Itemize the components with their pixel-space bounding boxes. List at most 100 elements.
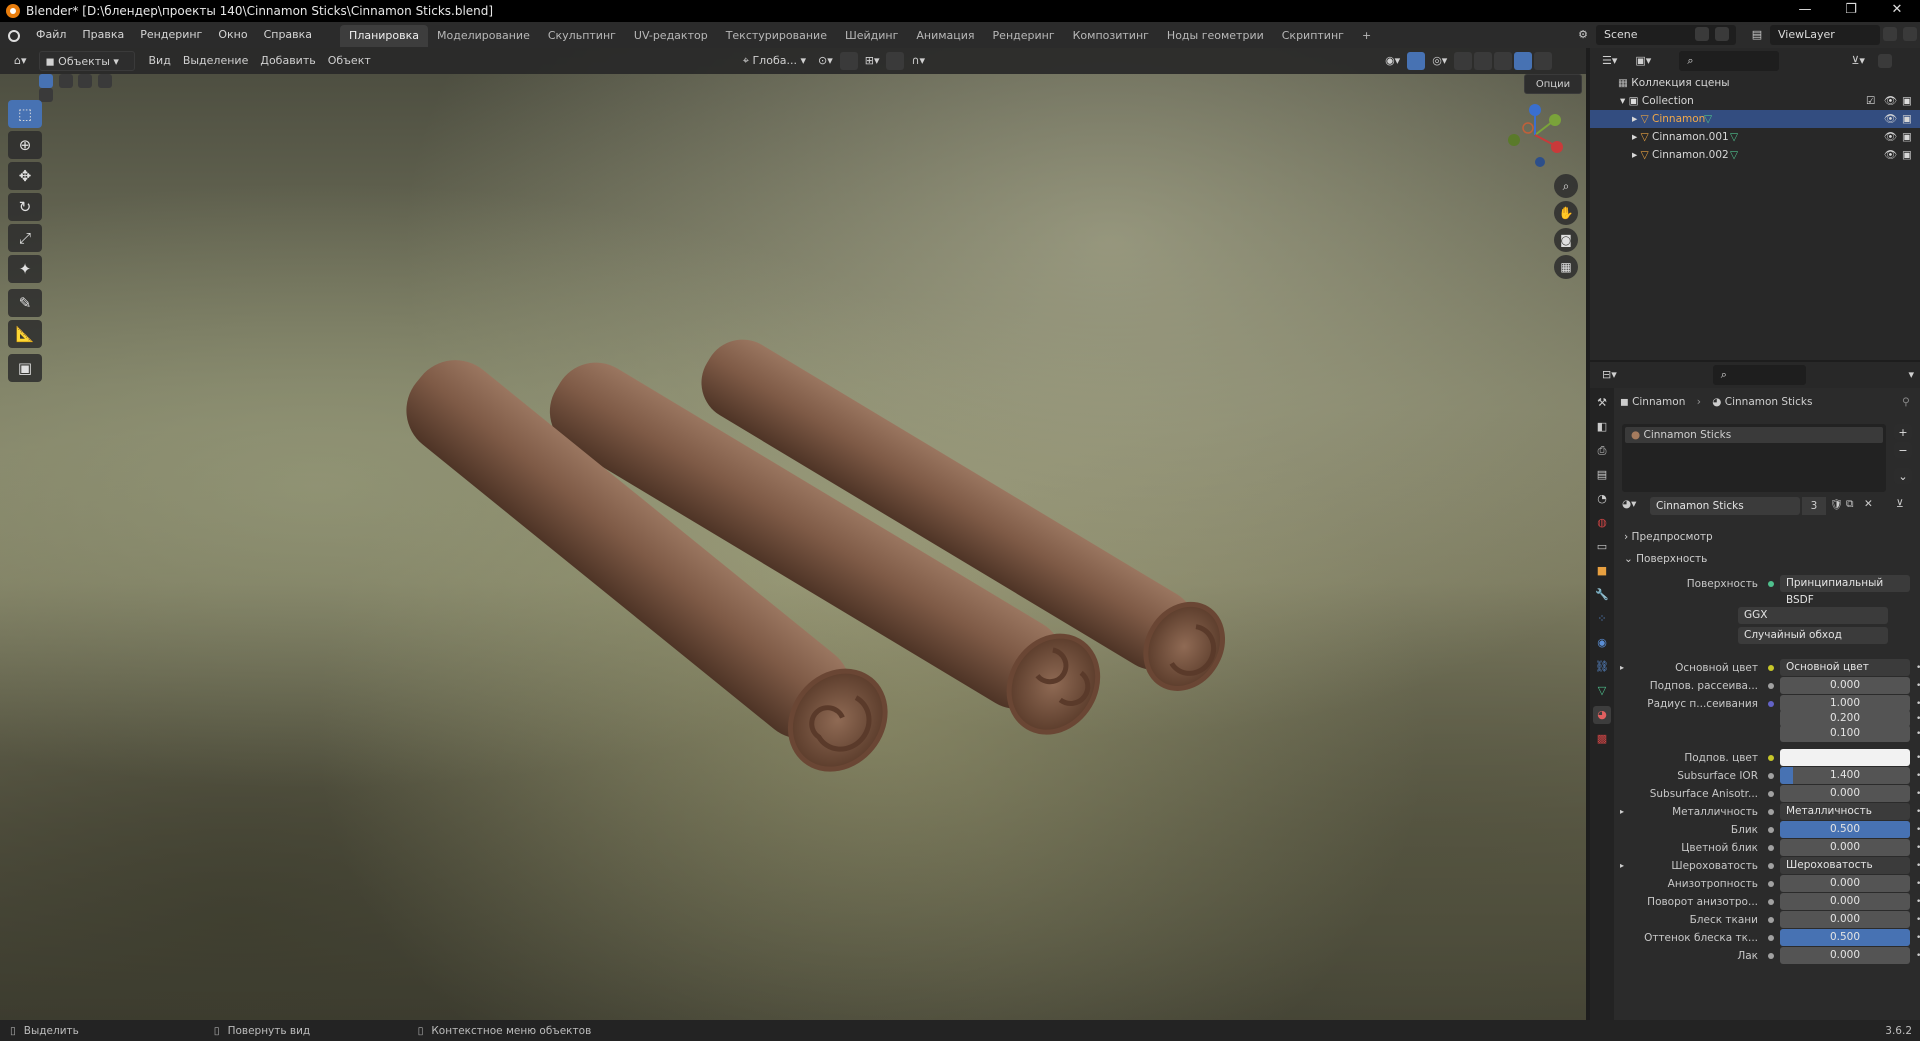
linked-input-field[interactable]: Шероховатость [1780, 857, 1910, 874]
collection-camera-icon[interactable]: ▣ [1902, 92, 1912, 110]
outliner-editor-type-icon[interactable]: ☰▾ [1596, 51, 1623, 71]
mesh-data-icon[interactable]: ▽ [1730, 128, 1738, 146]
number-field[interactable]: 0.100 [1780, 725, 1910, 742]
visibility-icon[interactable]: ◉▾ [1379, 51, 1406, 71]
collection-row[interactable]: ▾ ▣ Collection ☑ 👁 ▣ [1590, 92, 1920, 110]
camera-view-icon[interactable]: ◙ [1554, 228, 1578, 252]
object-camera-icon[interactable]: ▣ [1902, 128, 1912, 146]
select-invert-icon[interactable] [97, 74, 112, 88]
render-tab-icon[interactable]: ◧ [1593, 418, 1611, 436]
menu-render[interactable]: Рендеринг [132, 22, 210, 48]
tab-animation[interactable]: Анимация [907, 25, 983, 47]
expand-arrow-icon[interactable]: ▸ [1620, 857, 1624, 875]
gizmo-toggle-icon[interactable] [1407, 52, 1426, 70]
menu-help[interactable]: Справка [256, 22, 320, 48]
collection-expand-icon[interactable]: ▾ [1620, 95, 1629, 107]
number-field[interactable]: 1.400 [1780, 767, 1910, 784]
cursor-tool-icon[interactable]: ⊕ [8, 131, 42, 159]
number-field[interactable]: 0.000 [1780, 947, 1910, 964]
xray-icon[interactable] [1454, 52, 1473, 70]
socket-icon[interactable] [1768, 845, 1774, 851]
outliner-item-cinnamon-002[interactable]: ▸ ▽ Cinnamon.002 ▽ 👁 ▣ [1590, 146, 1920, 164]
options-dropdown[interactable]: Опции [1524, 74, 1582, 94]
duplicate-material-icon[interactable]: ⧉ [1846, 498, 1854, 511]
maximize-button[interactable]: ❐ [1828, 0, 1874, 22]
select-subtract-icon[interactable] [78, 74, 92, 88]
material-browse-icon[interactable]: ◕▾ [1622, 498, 1636, 510]
view-layer-selector[interactable]: ViewLayer [1770, 25, 1880, 45]
socket-icon[interactable] [1768, 791, 1774, 797]
socket-icon[interactable] [1768, 917, 1774, 923]
outliner-item-cinnamon[interactable]: ▸ ▽ Cinnamon ▽ 👁 ▣ [1590, 110, 1920, 128]
slot-specials-button[interactable]: ⌄ [1894, 468, 1912, 484]
shading-material-icon[interactable] [1514, 52, 1533, 70]
object-camera-icon[interactable]: ▣ [1902, 146, 1912, 164]
minimize-button[interactable]: — [1782, 0, 1828, 22]
socket-icon[interactable] [1768, 755, 1774, 761]
keyframe-dot-icon[interactable]: • [1916, 875, 1920, 893]
keyframe-dot-icon[interactable]: • [1916, 929, 1920, 947]
tab-geometry-nodes[interactable]: Ноды геометрии [1158, 25, 1273, 47]
keyframe-dot-icon[interactable]: • [1916, 785, 1920, 803]
tab-rendering[interactable]: Рендеринг [984, 25, 1064, 47]
proportional-falloff-icon[interactable]: ∩▾ [905, 51, 931, 71]
menu-file[interactable]: Файл [28, 22, 74, 48]
keyframe-dot-icon[interactable]: • [1916, 803, 1920, 821]
collection-tab-icon[interactable]: ▭ [1593, 538, 1611, 556]
menu-window[interactable]: Окно [210, 22, 255, 48]
pin-icon[interactable]: ⚲ [1902, 392, 1910, 412]
menu-select[interactable]: Выделение [177, 51, 255, 71]
texture-tab-icon[interactable]: ▩ [1593, 730, 1611, 748]
tab-texture-paint[interactable]: Текстурирование [717, 25, 836, 47]
material-link-icon[interactable]: ⊻ [1896, 498, 1904, 510]
socket-icon[interactable] [1768, 881, 1774, 887]
socket-icon[interactable] [1768, 809, 1774, 815]
expand-arrow-icon[interactable]: ▸ [1620, 659, 1624, 677]
socket-icon[interactable] [1768, 827, 1774, 833]
number-field[interactable]: 0.000 [1780, 785, 1910, 802]
number-field[interactable]: 0.500 [1780, 929, 1910, 946]
remove-slot-button[interactable]: − [1894, 442, 1912, 458]
scale-tool-icon[interactable]: ⤢ [8, 224, 42, 252]
keyframe-dot-icon[interactable]: • [1916, 839, 1920, 857]
delete-scene-icon[interactable] [1714, 27, 1729, 41]
panel-surface-header[interactable]: ⌄ Поверхность [1624, 550, 1916, 568]
proportional-edit-icon[interactable] [886, 52, 905, 70]
object-camera-icon[interactable]: ▣ [1902, 110, 1912, 128]
material-slot[interactable]: ● Cinnamon Sticks [1625, 427, 1883, 443]
fake-user-icon[interactable]: 🛡 [1830, 498, 1843, 511]
transform-tool-icon[interactable]: ✦ [8, 255, 42, 283]
socket-icon[interactable] [1768, 953, 1774, 959]
add-workspace-button[interactable]: + [1353, 25, 1380, 47]
blender-menu-icon[interactable] [0, 29, 28, 42]
expand-arrow-icon[interactable]: ▸ [1632, 149, 1641, 161]
new-scene-icon[interactable] [1695, 27, 1709, 41]
object-tab-icon[interactable]: ■ [1593, 562, 1611, 580]
unlink-material-icon[interactable]: ✕ [1864, 498, 1873, 510]
color-swatch[interactable] [1780, 749, 1910, 766]
expand-arrow-icon[interactable]: ▸ [1632, 113, 1641, 125]
object-eye-icon[interactable]: 👁 [1884, 110, 1897, 128]
keyframe-dot-icon[interactable]: • [1916, 893, 1920, 911]
material-name-field[interactable]: Cinnamon Sticks [1650, 497, 1800, 515]
panel-preview-header[interactable]: › Предпросмотр [1624, 528, 1916, 546]
outliner-item-cinnamon-001[interactable]: ▸ ▽ Cinnamon.001 ▽ 👁 ▣ [1590, 128, 1920, 146]
keyframe-dot-icon[interactable]: • [1916, 659, 1920, 677]
properties-editor-type-icon[interactable]: ⊟▾ [1596, 365, 1623, 385]
shading-wireframe-icon[interactable] [1474, 52, 1493, 70]
socket-icon[interactable] [1768, 935, 1774, 941]
shading-solid-icon[interactable] [1494, 52, 1513, 70]
tab-scripting[interactable]: Скриптинг [1273, 25, 1353, 47]
menu-object[interactable]: Объект [322, 51, 377, 71]
surface-shader-field[interactable]: Принципиальный BSDF [1780, 575, 1910, 606]
expand-arrow-icon[interactable]: ▸ [1620, 803, 1624, 821]
add-cube-tool-icon[interactable]: ▣ [8, 354, 42, 382]
data-tab-icon[interactable]: ▽ [1593, 682, 1611, 700]
snap-icon[interactable] [839, 52, 858, 70]
number-field[interactable]: 0.000 [1780, 893, 1910, 910]
material-slots-list[interactable]: ● Cinnamon Sticks [1622, 424, 1886, 492]
outliner-search-input[interactable]: ⌕ [1679, 51, 1780, 71]
keyframe-dot-icon[interactable]: • [1916, 947, 1920, 965]
scene-icon[interactable]: ⚙ [1572, 25, 1594, 45]
subsurface-method-dropdown[interactable]: Случайный обход [1738, 627, 1888, 644]
